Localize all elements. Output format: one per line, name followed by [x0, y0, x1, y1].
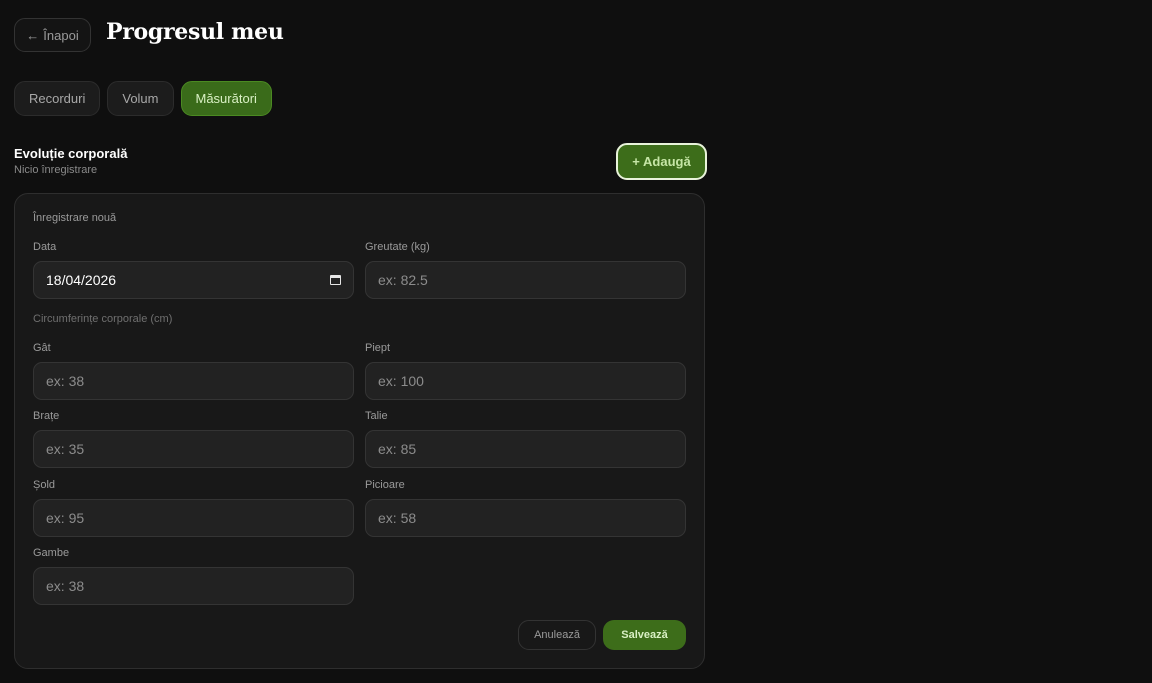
legs-label: Picioare	[365, 479, 405, 491]
arrow-left-icon: ←	[26, 27, 40, 43]
neck-label: Gât	[33, 342, 51, 354]
chest-input[interactable]: ex: 100	[365, 362, 686, 400]
neck-input[interactable]: ex: 38	[33, 362, 354, 400]
arms-input[interactable]: ex: 35	[33, 430, 354, 468]
new-entry-form: Înregistrare nouă Data 18/04/2026 Greuta…	[14, 193, 705, 669]
calendar-icon[interactable]	[330, 275, 341, 285]
tab-recorduri[interactable]: Recorduri	[14, 81, 101, 116]
date-label: Data	[33, 241, 57, 253]
tab-bar: Recorduri Volum Măsurători	[14, 81, 272, 116]
tab-masuratori[interactable]: Măsurători	[180, 81, 272, 116]
page-title: Progresul meu	[106, 19, 284, 45]
calves-input[interactable]: ex: 38	[33, 567, 354, 605]
circumferences-label: Circumferințe corporale (cm)	[33, 313, 173, 325]
page: ← Înapoi Progresul meu Recorduri Volum M…	[0, 0, 1152, 683]
arms-label: Brațe	[33, 410, 60, 422]
date-input[interactable]: 18/04/2026	[33, 261, 354, 299]
weight-label: Greutate (kg)	[365, 241, 430, 253]
tab-volum[interactable]: Volum	[107, 81, 174, 116]
weight-input[interactable]: ex: 82.5	[365, 261, 686, 299]
hips-input[interactable]: ex: 95	[33, 499, 354, 537]
date-value: 18/04/2026	[46, 272, 117, 288]
chest-label: Piept	[365, 342, 391, 354]
legs-input[interactable]: ex: 58	[365, 499, 686, 537]
calves-label: Gambe	[33, 547, 70, 559]
save-button[interactable]: Salvează	[603, 620, 686, 650]
back-button[interactable]: ← Înapoi	[14, 18, 91, 52]
form-title: Înregistrare nouă	[33, 212, 117, 224]
hips-label: Șold	[33, 479, 56, 491]
waist-input[interactable]: ex: 85	[365, 430, 686, 468]
section-subtitle: Nicio înregistrare	[14, 164, 98, 176]
add-entry-button[interactable]: + Adaugă	[616, 143, 707, 180]
waist-label: Talie	[365, 410, 388, 422]
back-button-label: Înapoi	[43, 27, 79, 43]
cancel-button[interactable]: Anulează	[518, 620, 596, 650]
section-title: Evoluție corporală	[14, 146, 128, 161]
